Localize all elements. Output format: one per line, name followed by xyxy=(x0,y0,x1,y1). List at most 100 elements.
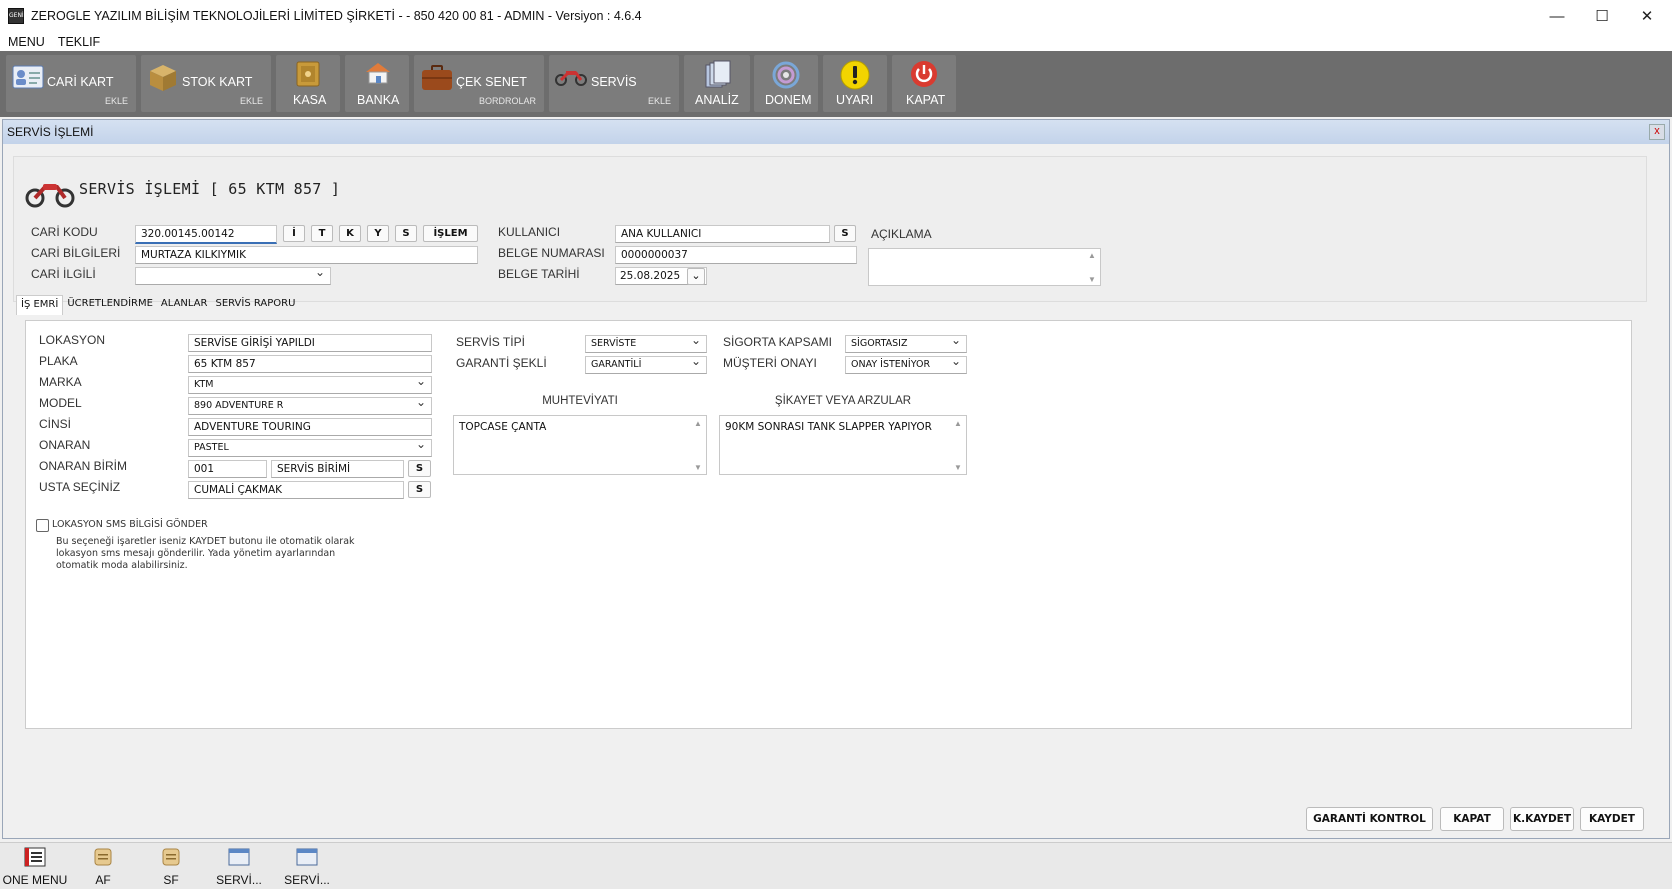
taskbar-item-sf[interactable]: SF xyxy=(138,847,204,887)
scroll-down-icon[interactable]: ▼ xyxy=(1088,275,1096,284)
musteri-onayi-select[interactable]: ONAY İSTENİYOR xyxy=(845,356,967,374)
scroll-icon xyxy=(162,848,180,866)
bank-icon xyxy=(366,63,390,84)
toolbar: CARİ KART EKLE STOK KART EKLE KASA BANKA xyxy=(0,51,1672,117)
cari-kart-button[interactable]: CARİ KART EKLE xyxy=(6,55,136,112)
model-select[interactable]: 890 ADVENTURE R xyxy=(188,397,432,415)
servis-tipi-select[interactable]: SERVİSTE xyxy=(585,335,707,353)
sigorta-kapsami-select[interactable]: SİGORTASIZ xyxy=(845,335,967,353)
window-header-title: SERVİS İŞLEMİ xyxy=(7,125,94,139)
usta-input[interactable]: CUMALİ ÇAKMAK xyxy=(188,481,404,499)
uyari-button[interactable]: UYARI xyxy=(823,55,887,112)
banka-button[interactable]: BANKA xyxy=(345,55,409,112)
musteri-onayi-label: MÜŞTERİ ONAYI xyxy=(723,356,817,370)
cari-y-button[interactable]: Y xyxy=(367,225,389,242)
aciklama-textarea[interactable] xyxy=(868,248,1101,286)
islem-button[interactable]: İŞLEM xyxy=(423,225,478,242)
window-icon xyxy=(296,848,318,866)
stok-kart-sub: EKLE xyxy=(239,96,263,106)
belge-tarihi-label: BELGE TARİHİ xyxy=(498,267,580,281)
onaran-birim-s-button[interactable]: S xyxy=(408,460,431,477)
sms-note-line-1: Bu seçeneği işaretler iseniz KAYDET buto… xyxy=(56,536,355,547)
garanti-sekli-label: GARANTİ ŞEKLİ xyxy=(456,356,547,370)
scroll-icon xyxy=(94,848,112,866)
kasa-button[interactable]: KASA xyxy=(276,55,340,112)
scroll-up-icon[interactable]: ▲ xyxy=(954,419,962,428)
window-title: ZEROGLE YAZILIM BİLİŞİM TEKNOLOJİLERİ Lİ… xyxy=(31,9,642,23)
taskbar-item-servis-1[interactable]: SERVİ... xyxy=(206,847,272,887)
garanti-sekli-select[interactable]: GARANTİLİ xyxy=(585,356,707,374)
usta-label: USTA SEÇİNİZ xyxy=(39,480,121,494)
kapat-button[interactable]: KAPAT xyxy=(1440,807,1504,831)
cek-senet-sub: BORDROLAR xyxy=(478,96,536,106)
onaran-label: ONARAN xyxy=(39,438,91,452)
sms-checkbox[interactable] xyxy=(36,519,49,532)
belge-numarasi-input[interactable]: 0000000037 xyxy=(615,246,857,264)
cek-senet-label: ÇEK SENET xyxy=(456,75,527,89)
cari-kart-label: CARİ KART xyxy=(47,75,114,89)
taskbar-item-af[interactable]: AF xyxy=(70,847,136,887)
sikayet-textarea[interactable]: 90KM SONRASI TANK SLAPPER YAPIYOR xyxy=(719,415,967,475)
usta-s-button[interactable]: S xyxy=(408,481,431,498)
taskbar: ONE MENU AF SF SERVİ... SERVİ... xyxy=(0,842,1672,889)
date-picker-button[interactable]: ⌄ xyxy=(687,268,705,285)
taskbar-label: ONE MENU xyxy=(2,873,68,887)
lokasyon-label: LOKASYON xyxy=(39,333,106,347)
kullanici-s-button[interactable]: S xyxy=(834,225,856,242)
sms-note-line-3: otomatik moda alabilirsiniz. xyxy=(56,560,188,571)
menu-item-menu[interactable]: MENU xyxy=(8,35,45,49)
close-button[interactable]: ✕ xyxy=(1624,0,1670,32)
marka-select[interactable]: KTM xyxy=(188,376,432,394)
cari-k-button[interactable]: K xyxy=(339,225,361,242)
cari-t-button[interactable]: T xyxy=(311,225,333,242)
servis-sub: EKLE xyxy=(647,96,671,106)
kapat-toolbar-button[interactable]: KAPAT xyxy=(892,55,956,112)
scroll-up-icon[interactable]: ▲ xyxy=(694,419,702,428)
cari-kodu-input[interactable]: 320.00145.00142 xyxy=(135,225,277,244)
maximize-button[interactable]: ☐ xyxy=(1579,0,1625,32)
cari-s-button[interactable]: S xyxy=(395,225,417,242)
motorcycle-icon xyxy=(555,71,587,86)
onaran-birim-name-input[interactable]: SERVİS BİRİMİ xyxy=(271,460,404,478)
tab-is-emri[interactable]: İŞ EMRİ xyxy=(16,295,64,315)
cari-bilgileri-input[interactable]: MURTAZA KILKIYMIK xyxy=(135,246,478,264)
window-close-button[interactable]: x xyxy=(1649,124,1665,140)
taskbar-item-servis-2[interactable]: SERVİ... xyxy=(274,847,340,887)
scroll-down-icon[interactable]: ▼ xyxy=(954,463,962,472)
tab-servis-raporu[interactable]: SERVİS RAPORU xyxy=(211,295,299,315)
analiz-button[interactable]: ANALİZ xyxy=(684,55,750,112)
lokasyon-input[interactable]: SERVİSE GİRİŞİ YAPILDI xyxy=(188,334,432,352)
garanti-kontrol-button[interactable]: GARANTİ KONTROL xyxy=(1306,807,1433,831)
cari-ilgili-select[interactable] xyxy=(135,267,331,285)
cari-i-button[interactable]: İ xyxy=(283,225,305,242)
muhteviyat-scrollbar[interactable]: ▲ ▼ xyxy=(691,416,705,474)
sikayet-scrollbar[interactable]: ▲ ▼ xyxy=(951,416,965,474)
cek-senet-button[interactable]: ÇEK SENET BORDROLAR xyxy=(414,55,544,112)
donem-button[interactable]: DONEM xyxy=(754,55,818,112)
k-kaydet-button[interactable]: K.KAYDET xyxy=(1510,807,1574,831)
kullanici-input[interactable]: ANA KULLANICI xyxy=(615,225,830,243)
plaka-input[interactable]: 65 KTM 857 xyxy=(188,355,432,373)
servis-button[interactable]: SERVİS EKLE xyxy=(549,55,679,112)
onaran-select[interactable]: PASTEL xyxy=(188,439,432,457)
stok-kart-button[interactable]: STOK KART EKLE xyxy=(141,55,271,112)
motorcycle-icon xyxy=(25,184,75,208)
uyari-label: UYARI xyxy=(836,93,874,107)
scroll-up-icon[interactable]: ▲ xyxy=(1088,251,1096,260)
muhteviyat-textarea[interactable]: TOPCASE ÇANTA xyxy=(453,415,707,475)
menu-item-teklif[interactable]: TEKLIF xyxy=(58,35,100,49)
cinsi-label: CİNSİ xyxy=(39,417,72,431)
tab-ucretlendirme[interactable]: ÜCRETLENDİRME xyxy=(63,295,157,315)
aciklama-scrollbar[interactable]: ▲ ▼ xyxy=(1085,249,1099,285)
taskbar-item-one-menu[interactable]: ONE MENU xyxy=(2,847,68,887)
tab-alanlar[interactable]: ALANLAR xyxy=(157,295,212,315)
kaydet-button[interactable]: KAYDET xyxy=(1580,807,1644,831)
menu-icon xyxy=(24,847,46,867)
onaran-birim-code-input[interactable]: 001 xyxy=(188,460,267,478)
sms-note: Bu seçeneği işaretler iseniz KAYDET buto… xyxy=(56,536,355,572)
scroll-down-icon[interactable]: ▼ xyxy=(694,463,702,472)
minimize-button[interactable]: — xyxy=(1534,0,1580,32)
cinsi-input[interactable]: ADVENTURE TOURING xyxy=(188,418,432,436)
cycle-icon xyxy=(772,61,800,89)
window-icon xyxy=(228,848,250,866)
